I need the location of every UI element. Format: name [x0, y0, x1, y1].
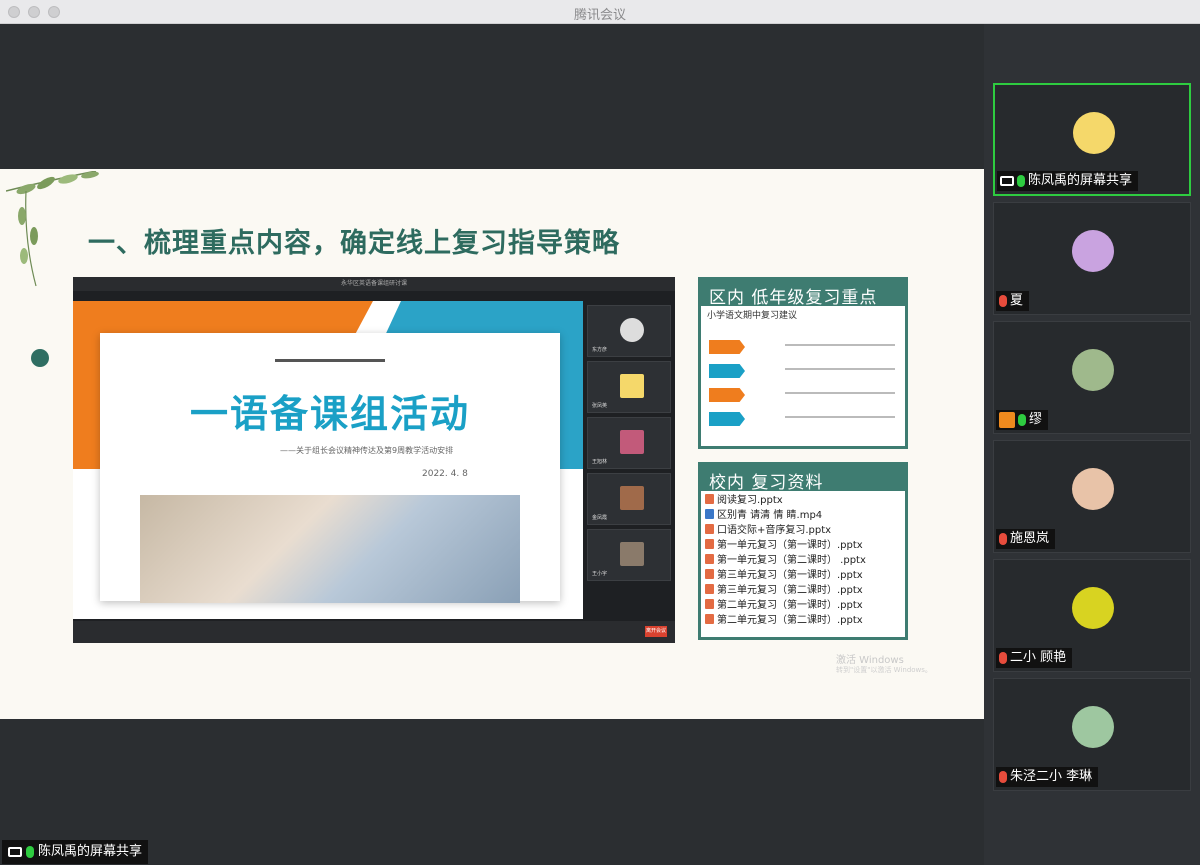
avatar — [1072, 468, 1114, 510]
file-item: 口语交际+音序复习.pptx — [705, 523, 901, 538]
screen-share-icon — [8, 847, 22, 857]
mic-muted-icon — [999, 771, 1007, 783]
host-icon — [999, 412, 1015, 428]
file-item: 第一单元复习（第二课时） .pptx — [705, 553, 901, 568]
embedded-leave-button: 离开会议 — [645, 626, 667, 637]
avatar — [1072, 349, 1114, 391]
divider — [275, 359, 385, 362]
participant-tile[interactable]: 朱泾二小 李琳 — [993, 678, 1191, 791]
ppt-file-icon — [705, 599, 714, 609]
file-item: 第三单元复习（第一课时）.pptx — [705, 568, 901, 583]
embedded-control-bar: 离开会议 — [73, 621, 675, 643]
window-titlebar: 腾讯会议 — [0, 0, 1200, 24]
focus-row — [709, 412, 899, 426]
focus-row — [709, 388, 899, 402]
panel-header: 区内 低年级复习重点 — [701, 280, 905, 308]
file-item: 第三单元复习（第二课时）.pptx — [705, 583, 901, 598]
review-materials-panel: 校内 复习资料 阅读复习.pptx 区别青 请清 情 睛.mp4 口语交际+音序… — [698, 462, 908, 640]
file-item: 第一单元复习（第一课时）.pptx — [705, 538, 901, 553]
mic-muted-icon — [999, 295, 1007, 307]
file-item: 阅读复习.pptx — [705, 493, 901, 508]
embedded-date: 2022. 4. 8 — [422, 469, 468, 479]
file-item: 区别青 请清 情 睛.mp4 — [705, 508, 901, 523]
embedded-window-title: 永华区英语备课组研讨课 — [73, 277, 675, 291]
screen-share-label: 陈凤禹的屏幕共享 — [2, 840, 149, 864]
participant-tile[interactable]: 陈凤禹的屏幕共享 — [993, 83, 1191, 196]
ppt-file-icon — [705, 539, 714, 549]
file-list: 阅读复习.pptx 区别青 请清 情 睛.mp4 口语交际+音序复习.pptx … — [701, 491, 905, 628]
focus-row — [709, 340, 899, 354]
mic-muted-icon — [999, 652, 1007, 664]
embedded-thumb: 金凤霞 — [587, 473, 671, 525]
ppt-file-icon — [705, 494, 714, 504]
ppt-file-icon — [705, 554, 714, 564]
file-item: 第二单元复习（第二课时）.pptx — [705, 613, 901, 628]
avatar — [1072, 230, 1114, 272]
mic-on-icon — [1017, 175, 1025, 187]
participant-tile[interactable]: 夏 — [993, 202, 1191, 315]
avatar — [1072, 706, 1114, 748]
mic-on-icon — [1018, 414, 1026, 426]
embedded-thumb: 王小宇 — [587, 529, 671, 581]
embedded-slide: 一语备课组活动 ——关于组长会议精神传达及第9周教学活动安排 2022. 4. … — [73, 301, 583, 619]
review-focus-panel: 区内 低年级复习重点 小学语文期中复习建议 — [698, 277, 908, 449]
focus-row — [709, 364, 899, 378]
activation-watermark-sub: 转到"设置"以激活 Windows。 — [836, 666, 932, 674]
file-item: 第二单元复习（第一课时）.pptx — [705, 598, 901, 613]
typing-photo — [140, 495, 520, 603]
avatar — [1073, 112, 1115, 154]
avatar — [1072, 587, 1114, 629]
participant-tile[interactable]: 二小 顾艳 — [993, 559, 1191, 672]
window-title: 腾讯会议 — [573, 8, 626, 23]
panel-header: 校内 复习资料 — [701, 465, 905, 493]
activation-watermark: 激活 Windows — [836, 655, 904, 666]
embedded-thumb: 东方彦 — [587, 305, 671, 357]
mic-on-icon — [26, 846, 34, 858]
slide-heading: 一、梳理重点内容，确定线上复习指导策略 — [88, 228, 620, 259]
ppt-file-icon — [705, 584, 714, 594]
embedded-thumb: 王旭林 — [587, 417, 671, 469]
ppt-file-icon — [705, 569, 714, 579]
panel-subtitle: 小学语文期中复习建议 — [707, 311, 798, 321]
embedded-slide-card: 一语备课组活动 ——关于组长会议精神传达及第9周教学活动安排 2022. 4. … — [100, 333, 560, 603]
bullet-dot — [31, 349, 49, 367]
mic-muted-icon — [999, 533, 1007, 545]
presentation-slide: 一、梳理重点内容，确定线上复习指导策略 永华区英语备课组研讨课 一语备课组活动 … — [0, 169, 984, 719]
participant-tile[interactable]: 缪 — [993, 321, 1191, 434]
embedded-subtitle: ——关于组长会议精神传达及第9周教学活动安排 — [280, 446, 454, 455]
participant-tile[interactable]: 施恩岚 — [993, 440, 1191, 553]
embedded-big-title: 一语备课组活动 — [189, 392, 470, 436]
screen-share-icon — [1000, 176, 1014, 186]
embedded-thumb: 张凤英 — [587, 361, 671, 413]
shared-screen-area: 一、梳理重点内容，确定线上复习指导策略 永华区英语备课组研讨课 一语备课组活动 … — [0, 24, 984, 865]
embedded-participant-list: 东方彦 张凤英 王旭林 金凤霞 王小宇 — [585, 297, 673, 619]
ppt-file-icon — [705, 614, 714, 624]
ppt-file-icon — [705, 524, 714, 534]
video-file-icon — [705, 509, 714, 519]
embedded-meeting-screenshot: 永华区英语备课组研讨课 一语备课组活动 ——关于组长会议精神传达及第9周教学活动… — [73, 277, 675, 643]
